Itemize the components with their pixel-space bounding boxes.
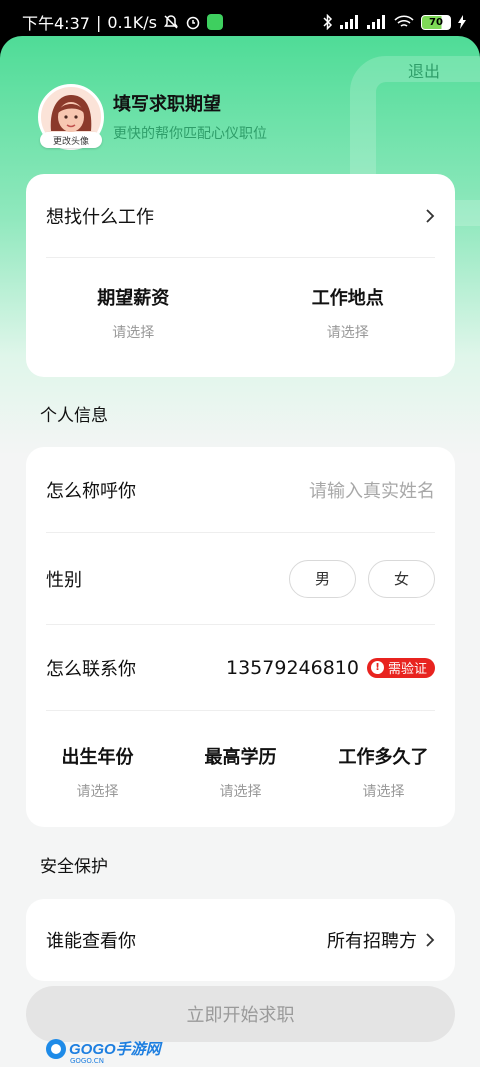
salary-selector[interactable]: 期望薪资 请选择 — [26, 284, 241, 342]
job-expectation-page: 退出 更改头像 填写求职期望 更快的帮你匹配心仪职位 想找什么工作 期望薪资 请 — [0, 36, 480, 1067]
location-label: 工作地点 — [311, 288, 384, 309]
name-row: 怎么称呼你 请输入真实姓名 — [46, 447, 435, 533]
experience-value: 请选择 — [362, 784, 405, 800]
status-network-speed: 0.1K/s — [107, 12, 157, 32]
chevron-right-icon — [426, 933, 435, 947]
watermark-logo: GOGO手游网 GOGO.CN — [46, 1038, 161, 1065]
visibility-row[interactable]: 谁能查看你 所有招聘方 — [46, 899, 435, 981]
contact-label: 怎么联系你 — [46, 658, 136, 680]
visibility-label: 谁能查看你 — [46, 931, 136, 952]
personal-info-card: 怎么称呼你 请输入真实姓名 性别 男 女 怎么联系你 13579246810 !… — [26, 447, 455, 827]
wifi-icon — [394, 15, 414, 29]
status-left: 下午4:37 | 0.1K/s — [22, 10, 223, 34]
battery-indicator: 70 — [421, 14, 451, 30]
start-job-search-button[interactable]: 立即开始求职 — [26, 986, 455, 1042]
watermark-text: GOGO手游网 — [69, 1041, 161, 1058]
gender-row: 性别 男 女 — [46, 533, 435, 625]
change-avatar-label: 更改头像 — [40, 132, 102, 148]
wechat-icon — [207, 14, 223, 30]
location-selector[interactable]: 工作地点 请选择 — [241, 284, 456, 342]
birth-year-value: 请选择 — [76, 784, 119, 800]
verify-badge-label: 需验证 — [387, 662, 427, 677]
education-value: 请选择 — [219, 784, 262, 800]
signal-icon — [340, 15, 360, 29]
visibility-value: 所有招聘方 — [327, 931, 417, 952]
phone-number: 13579246810 — [226, 656, 359, 679]
page-title: 填写求职期望 — [113, 94, 221, 115]
experience-selector[interactable]: 工作多久了 请选择 — [312, 743, 455, 801]
education-selector[interactable]: 最高学历 请选择 — [169, 743, 312, 801]
location-value: 请选择 — [326, 325, 369, 341]
status-right: 70 — [323, 14, 466, 30]
salary-label: 期望薪资 — [97, 288, 170, 309]
salary-location-row: 期望薪资 请选择 工作地点 请选择 — [26, 284, 455, 342]
page-subtitle: 更快的帮你匹配心仪职位 — [113, 126, 267, 142]
bluetooth-icon — [323, 14, 333, 30]
bell-off-icon — [163, 14, 179, 30]
gender-options: 男 女 — [289, 559, 435, 598]
status-divider: | — [95, 12, 102, 32]
profile-selectors-row: 出生年份 请选择 最高学历 请选择 工作多久了 请选择 — [26, 743, 455, 801]
job-type-label: 想找什么工作 — [46, 206, 154, 228]
birth-year-label: 出生年份 — [61, 747, 134, 768]
personal-info-heading: 个人信息 — [40, 406, 108, 426]
status-time: 下午4:37 — [22, 14, 90, 33]
name-label: 怎么称呼你 — [46, 480, 136, 502]
name-input[interactable]: 请输入真实姓名 — [309, 477, 435, 503]
contact-row[interactable]: 怎么联系你 13579246810 ! 需验证 — [46, 625, 435, 711]
experience-label: 工作多久了 — [338, 747, 429, 768]
watermark-logo-icon — [46, 1038, 66, 1059]
signal-icon-2 — [367, 15, 387, 29]
gender-male-button[interactable]: 男 — [289, 559, 356, 598]
birth-year-selector[interactable]: 出生年份 请选择 — [26, 743, 169, 801]
verify-badge[interactable]: ! 需验证 — [366, 657, 435, 678]
gender-female-button[interactable]: 女 — [368, 559, 435, 598]
avatar-button[interactable]: 更改头像 — [38, 84, 104, 150]
gender-label: 性别 — [46, 569, 82, 591]
security-card: 谁能查看你 所有招聘方 — [26, 899, 455, 981]
job-type-row[interactable]: 想找什么工作 — [46, 174, 435, 258]
alert-icon: ! — [370, 661, 384, 674]
phone-field: 13579246810 ! 需验证 — [226, 657, 435, 679]
visibility-value-group: 所有招聘方 — [327, 927, 435, 953]
chevron-right-icon — [426, 208, 435, 223]
security-heading: 安全保护 — [40, 857, 108, 877]
expectation-card: 想找什么工作 期望薪资 请选择 工作地点 请选择 — [26, 174, 455, 377]
salary-value: 请选择 — [112, 325, 155, 341]
alarm-icon — [185, 14, 201, 30]
logout-button[interactable]: 退出 — [408, 58, 440, 82]
watermark-subtext: GOGO.CN — [70, 1057, 104, 1065]
education-label: 最高学历 — [204, 747, 277, 768]
charging-icon — [458, 15, 466, 29]
